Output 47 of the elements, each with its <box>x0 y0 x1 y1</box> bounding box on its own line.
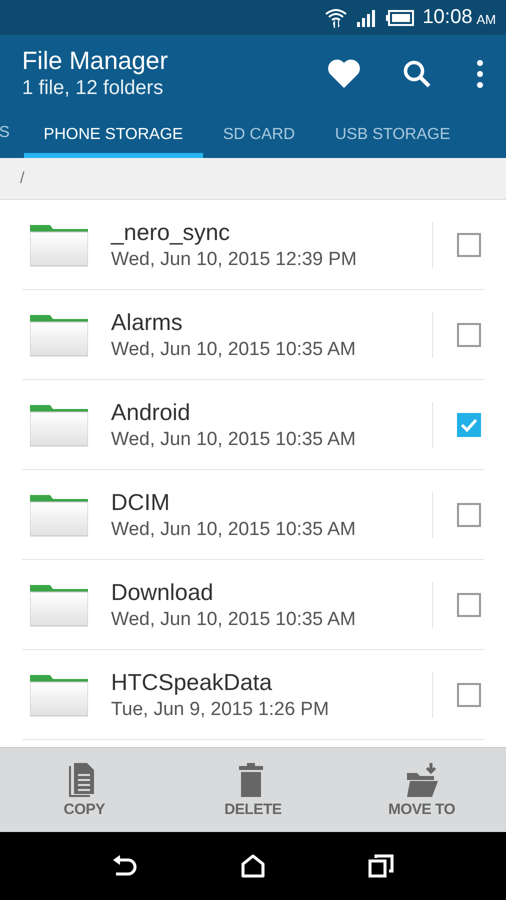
status-time: 10:08 <box>422 6 472 29</box>
app-title: File Manager <box>22 47 169 75</box>
copy-button[interactable]: COPY <box>0 748 169 832</box>
modified-date: Wed, Jun 10, 2015 10:35 AM <box>111 338 357 362</box>
checkbox[interactable] <box>457 502 481 526</box>
home-icon <box>240 854 265 878</box>
recent-apps-icon <box>368 854 394 878</box>
tab[interactable]: SD CARD <box>202 113 315 158</box>
back-icon <box>112 854 138 878</box>
modified-date: Wed, Jun 10, 2015 10:35 AM <box>111 518 357 542</box>
move-button[interactable]: MOVE TO <box>337 748 506 832</box>
modified-date: Wed, Jun 10, 2015 10:35 AM <box>111 608 357 632</box>
checkbox[interactable] <box>457 412 481 436</box>
checkbox[interactable] <box>457 682 481 706</box>
back-button[interactable] <box>112 854 138 878</box>
tab[interactable]: S <box>0 113 10 158</box>
folder-icon <box>30 672 88 716</box>
folder-path: / <box>20 170 24 188</box>
checkbox[interactable] <box>457 232 481 256</box>
folder-name: Alarms <box>111 308 184 336</box>
folder-name: DCIM <box>111 488 171 516</box>
modified-date: Tue, Jun 9, 2015 1:26 PM <box>111 698 330 722</box>
folder-name: _nero_sync <box>111 218 231 246</box>
battery-icon <box>386 10 414 26</box>
modified-date: Wed, Jun 10, 2015 10:35 AM <box>111 428 357 452</box>
menu-icon <box>476 59 484 89</box>
checkbox[interactable] <box>457 592 481 616</box>
folder-name: Download <box>111 578 214 606</box>
recent-apps-button[interactable] <box>368 854 394 878</box>
heart-icon <box>327 59 361 89</box>
folder-icon <box>30 492 88 536</box>
folder-name: HTCSpeakData <box>111 668 274 696</box>
checkbox[interactable] <box>457 322 481 346</box>
folder-icon <box>30 582 88 626</box>
folder-icon <box>30 222 88 266</box>
tab[interactable]: USB STORAGE <box>314 113 470 158</box>
check-icon <box>460 418 478 432</box>
delete-button[interactable]: DELETE <box>168 748 338 832</box>
search-icon <box>402 59 432 89</box>
time-meridiem: AM <box>476 12 496 27</box>
folder-arrow-icon <box>406 762 438 796</box>
modified-date: Wed, Jun 10, 2015 12:39 PM <box>111 248 358 272</box>
item-count: 1 file, 12 folders <box>22 76 164 101</box>
folder-icon <box>30 402 88 446</box>
home-button[interactable] <box>240 854 265 878</box>
folder-icon <box>30 312 88 356</box>
folder-name: Android <box>111 398 192 426</box>
